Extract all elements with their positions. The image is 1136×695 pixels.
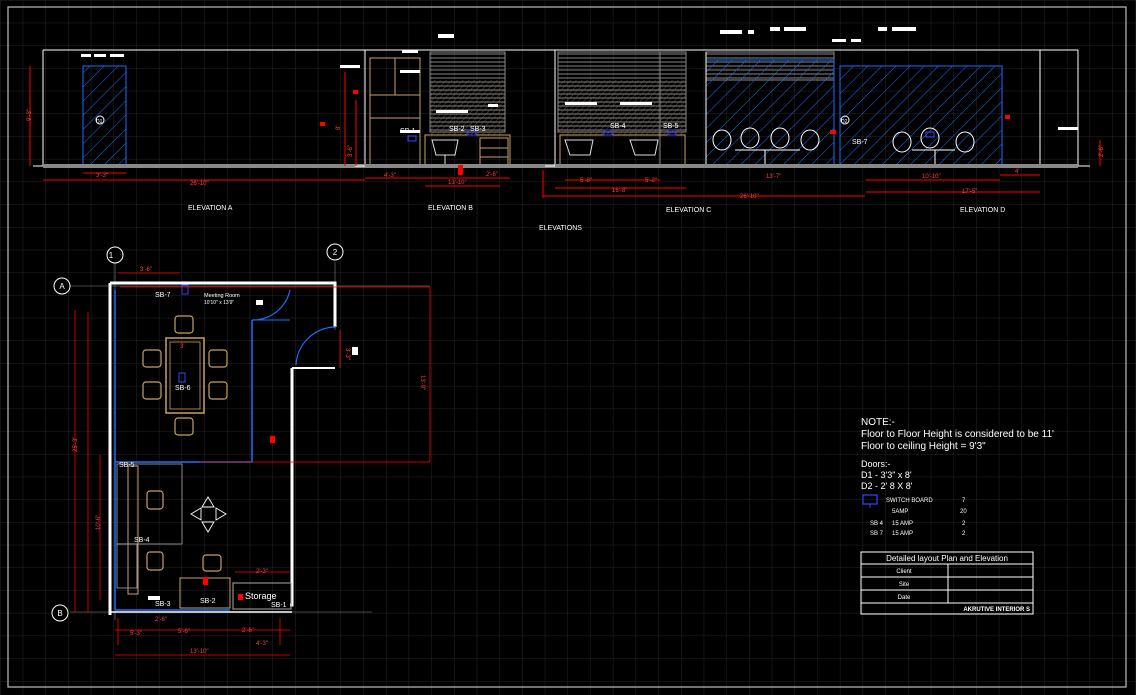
legend-code-3: SB 7 — [870, 531, 884, 537]
plan-dim-b4: 4'-3" — [256, 641, 268, 647]
legend-code-2: SB 4 — [870, 521, 884, 527]
elev-dim-d3: 17'-5" — [962, 189, 977, 195]
notes-line-2: Floor to ceiling Height = 9'3" — [861, 441, 986, 452]
elev-dim-c2: 5'-2" — [645, 178, 657, 184]
meeting-room-size: 10'10" x 13'9" — [204, 300, 234, 306]
elev-dim-c1: 5'-8" — [580, 178, 592, 184]
plan-dim-table: 3' — [180, 344, 184, 350]
elevation-a-label: ELEVATION A — [188, 205, 233, 212]
plan-sb3-label: SB-3 — [155, 601, 171, 608]
title-block-firm: AKRUTIVE INTERIOR S — [963, 607, 1030, 613]
plan-sb5-label: SB-5 — [119, 462, 135, 469]
elev-sb3-label: SB-3 — [470, 126, 486, 133]
elev-sb1-label: SB-1 — [400, 128, 416, 135]
door-d1-spec: D1 - 3'3" x 8' — [861, 470, 912, 480]
plan-sb4-label: SB-4 — [134, 537, 150, 544]
legend-qty-1: 20 — [960, 509, 967, 515]
elev-dim-c5: 13'-7" — [766, 174, 781, 180]
plan-sb7-label: SB-7 — [155, 292, 171, 299]
notes-block: NOTE:- Floor to Floor Height is consider… — [861, 417, 1054, 492]
meeting-room-label: Meeting Room — [204, 293, 240, 299]
plan-dim-b1: 2'-6" — [155, 617, 167, 623]
elev-dim-h4: 2'-6" — [1099, 145, 1105, 157]
legend-name-3: 15 AMP — [892, 531, 913, 537]
plan-sb1-label: SB-1 — [271, 602, 287, 609]
elevation-b-label: ELEVATION B — [428, 205, 473, 212]
title-block-client: Client — [896, 569, 912, 575]
plan-dim-left-mid: 10'-6" — [96, 515, 102, 530]
plan-dim-b2: 5'-6" — [178, 629, 190, 635]
elev-dim-h1: 9'-3" — [27, 109, 33, 121]
plan-dim-b3: 2'-6" — [242, 628, 254, 634]
plan-dim-bottom-total: 13'-10" — [190, 649, 209, 655]
title-block-site: Site — [899, 582, 910, 588]
title-block-title: Detailed layout Plan and Elevation — [886, 554, 1008, 563]
grid-label-2: 2 — [333, 248, 338, 257]
elev-door-tag-d1: D1 — [96, 119, 103, 125]
notes-line-1: Floor to Floor Height is considered to b… — [861, 429, 1054, 440]
elev-dim-a-door: 3'-3" — [96, 173, 108, 179]
elevation-c-label: ELEVATION C — [666, 207, 711, 214]
elev-dim-c4: 26'-10" — [740, 194, 759, 200]
title-block-date: Date — [898, 595, 911, 601]
grid-label-a: A — [59, 282, 65, 291]
plan-sb6-label: SB-6 — [175, 385, 191, 392]
legend-name-0: SWITCH BOARD — [886, 498, 933, 504]
notes-header: NOTE:- — [861, 417, 895, 428]
grid-label-b: B — [57, 609, 62, 618]
elev-dim-b2: 13'-10" — [448, 180, 467, 186]
plan-dim-left-total: 25'-3" — [73, 437, 79, 452]
elev-dim-d1: 10'-10" — [922, 174, 941, 180]
elev-sb2-label: SB-2 — [449, 126, 465, 133]
elev-sb7-label: SB-7 — [852, 139, 868, 146]
legend-name-2: 15 AMP — [892, 521, 913, 527]
doors-header: Doors:- — [861, 459, 891, 469]
plan-dim-b6: 5'-3" — [130, 631, 142, 637]
door-d2-spec: D2 - 2' 8 X 8' — [861, 481, 913, 491]
plan-sb2-label: SB-2 — [200, 598, 216, 605]
elev-dim-h2: 8' — [336, 126, 342, 130]
elev-dim-b1: 4'-3" — [384, 173, 396, 179]
elev-dim-a-total: 26'-10" — [190, 181, 209, 187]
elev-sb4-label: SB-4 — [610, 123, 626, 130]
legend-name-1: 5AMP — [892, 509, 908, 515]
elev-dim-h3: 3'-6" — [348, 145, 354, 157]
plan-dim-door: 3'-3" — [344, 348, 350, 360]
elev-door-tag-d2: D2 — [841, 119, 848, 125]
elevations-title: ELEVATIONS — [539, 225, 582, 232]
elev-dim-d2: 4' — [1015, 169, 1019, 175]
glass-wall-d — [839, 65, 1003, 167]
elevation-d-label: ELEVATION D — [960, 207, 1005, 214]
elev-dim-b3: 2'-6" — [486, 172, 498, 178]
plan-dim-right: 13'-9" — [419, 375, 425, 390]
elev-dim-c3: 16'-8" — [612, 188, 627, 194]
elev-sb5-label: SB-5 — [663, 123, 679, 130]
storage-label: Storage — [245, 591, 277, 601]
plan-dim-top: 3'-6" — [140, 267, 152, 273]
cad-drawing: 3'-3" 26'-10" 4'-3" 13'-10" 2'-6" 5'-8" … — [0, 0, 1136, 695]
grid-label-1: 1 — [109, 251, 114, 260]
glass-door-a — [82, 65, 127, 167]
plan-dim-b5: 2'-3" — [256, 569, 268, 575]
